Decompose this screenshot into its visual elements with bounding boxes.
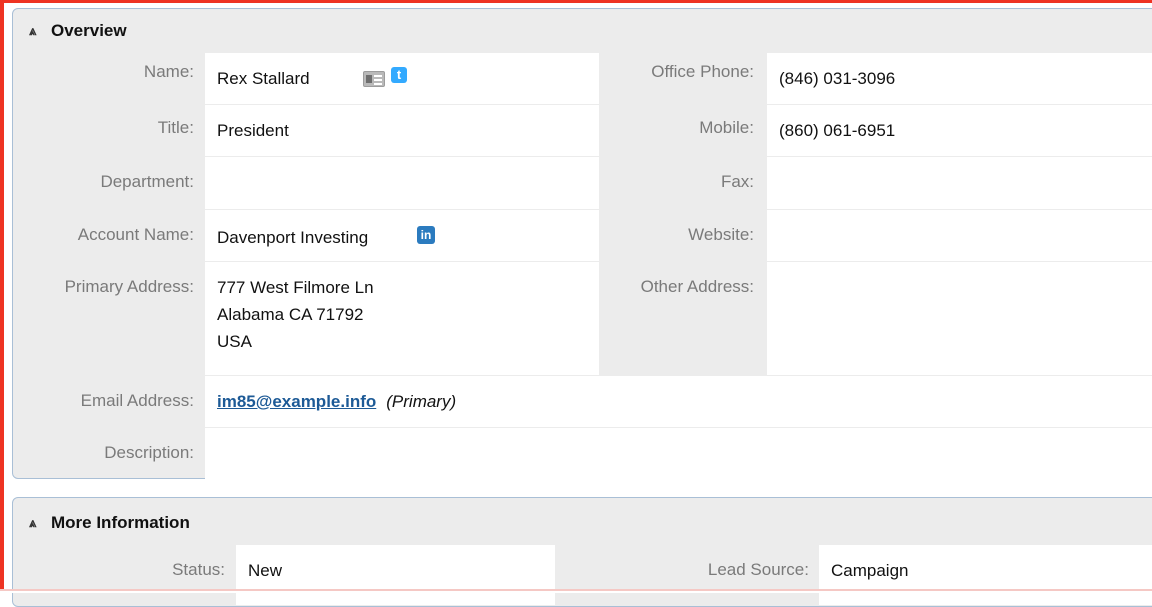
address-line: Alabama CA 71792 [217,305,364,324]
linkedin-icon[interactable]: in [417,226,435,244]
highlight-frame-bottom [0,589,1152,593]
panel-title: Overview [51,21,127,40]
title-label: Title: [157,118,194,137]
highlight-frame-left [0,0,4,593]
primary-address-label: Primary Address: [64,277,194,296]
overview-panel-header[interactable]: ⩓ Overview [13,9,1152,53]
address-line: 777 West Filmore Ln [217,278,374,297]
more-information-panel-header[interactable]: ⩓ More Information [13,501,1152,545]
primary-address-value: 777 West Filmore Ln Alabama CA 71792 USA [217,274,374,355]
lead-source-value: Campaign [831,561,909,580]
email-value-wrap: im85@example.info (Primary) [217,388,456,415]
department-label: Department: [100,172,194,191]
chevron-double-up-icon[interactable]: ⩓ [29,515,51,531]
fax-value-cell [767,157,1152,209]
name-value[interactable]: Rex Stallard [217,65,310,92]
website-label: Website: [688,225,754,244]
office-phone-value-cell: (846) 031-3096 [767,53,1152,104]
vcard-icon[interactable] [363,71,385,87]
lead-source-label: Lead Source: [707,560,809,579]
fax-label: Fax: [720,172,754,191]
office-phone-label: Office Phone: [651,62,754,81]
overview-panel: ⩓ Overview Name: Rex Stallard t Office P… [12,8,1152,479]
twitter-icon[interactable]: t [391,67,407,83]
status-value: New [248,561,283,580]
status-label: Status: [172,560,225,579]
chevron-double-up-icon[interactable]: ⩓ [29,23,51,39]
office-phone-value[interactable]: (846) 031-3096 [779,65,895,92]
address-line: USA [217,332,252,351]
mobile-value[interactable]: (860) 061-6951 [779,117,895,144]
name-value-cell: Rex Stallard t [205,53,599,104]
title-value-cell: President [205,105,599,156]
mobile-label: Mobile: [699,118,754,137]
account-name-value[interactable]: Davenport Investing [217,224,368,251]
other-address-label: Other Address: [640,277,754,296]
email-address-label: Email Address: [80,391,194,410]
mobile-value-cell: (860) 061-6951 [767,105,1152,156]
description-label: Description: [104,443,194,462]
email-link[interactable]: im85@example.info [217,392,376,411]
account-name-value-cell: Davenport Investing in [205,210,599,261]
website-value-cell [767,210,1152,261]
email-address-value-cell: im85@example.info (Primary) [205,376,1152,427]
name-label: Name: [143,62,194,81]
department-value-cell [205,157,599,209]
account-name-label: Account Name: [77,225,194,244]
other-address-value-cell [767,262,1152,375]
description-value-cell [205,428,1152,479]
status-value-cell: New [236,545,555,605]
lead-source-value-cell: Campaign [819,545,1152,605]
highlight-frame-top [0,0,1152,3]
title-value: President [217,121,289,140]
primary-address-value-cell: 777 West Filmore Ln Alabama CA 71792 USA [205,262,599,375]
primary-email-tag: (Primary) [386,392,457,411]
panel-title: More Information [51,513,190,532]
